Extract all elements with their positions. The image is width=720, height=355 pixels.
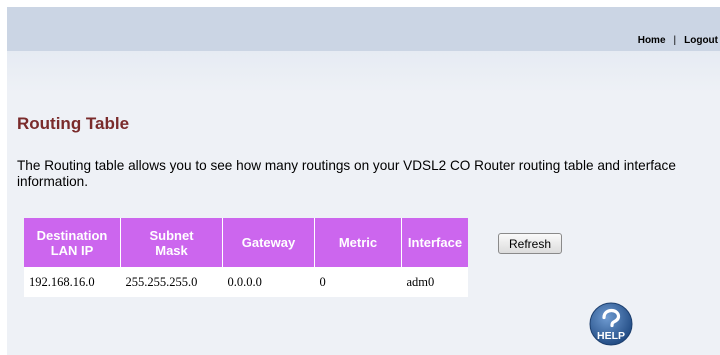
- header-destination-line2: LAN IP: [50, 242, 94, 258]
- cell-subnet: 255.255.255.0: [120, 267, 223, 297]
- banner-band: [7, 51, 720, 93]
- top-bar: Home | Logout: [7, 7, 720, 51]
- column-header-metric: Metric: [314, 218, 402, 267]
- cell-interface: adm0: [401, 267, 468, 297]
- refresh-button[interactable]: Refresh: [498, 233, 563, 254]
- cell-metric: 0: [314, 267, 402, 297]
- help-button[interactable]: HELP: [589, 302, 633, 346]
- home-link[interactable]: Home: [638, 35, 666, 46]
- table-row: 192.168.16.0 255.255.255.0 0.0.0.0 0 adm…: [24, 267, 468, 297]
- logout-link[interactable]: Logout: [684, 35, 718, 46]
- page-description: The Routing table allows you to see how …: [17, 158, 676, 189]
- cell-destination: 192.168.16.0: [24, 267, 121, 297]
- column-header-subnet: Subnet Mask: [120, 218, 223, 267]
- routing-table: Destination LAN IP Subnet Mask Gateway Met…: [24, 218, 468, 297]
- cell-gateway: 0.0.0.0: [222, 267, 315, 297]
- column-header-destination: Destination LAN IP: [24, 218, 121, 267]
- page-title: Routing Table: [17, 114, 130, 133]
- nav-separator: |: [673, 35, 677, 46]
- header-destination-line1: Destination: [36, 227, 108, 243]
- top-nav: Home | Logout: [638, 35, 718, 46]
- help-question-icon: HELP: [589, 302, 633, 346]
- header-subnet-line2: Mask: [155, 242, 188, 258]
- column-header-interface: Interface: [401, 218, 468, 267]
- column-header-gateway: Gateway: [222, 218, 315, 267]
- help-label: HELP: [597, 330, 625, 342]
- header-subnet-line1: Subnet: [149, 227, 194, 243]
- table-header-row: Destination LAN IP Subnet Mask Gateway Met…: [24, 218, 468, 267]
